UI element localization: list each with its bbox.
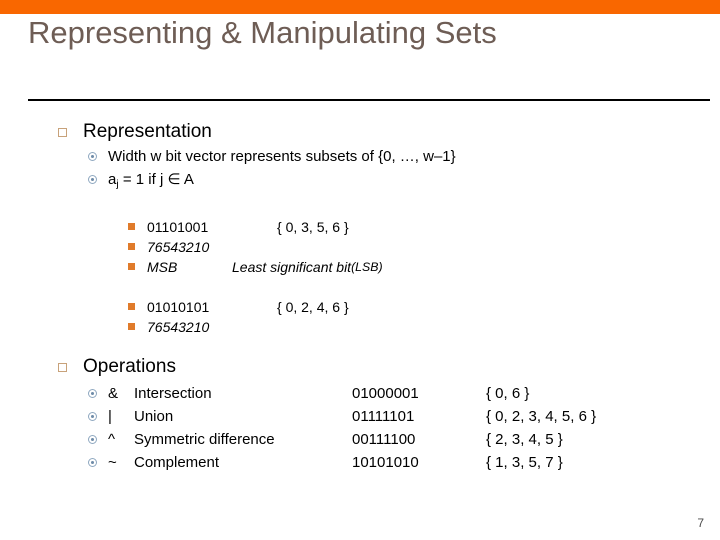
dot-bullet-icon	[88, 457, 97, 467]
operations-table: & Intersection 01000001 { 0, 6 } | Union…	[88, 383, 720, 473]
aj-rest: = 1 if j ∈ A	[118, 171, 194, 188]
example1-set: { 0, 3, 5, 6 }	[277, 218, 349, 235]
square-bullet-icon	[58, 362, 67, 372]
orange-square-bullet-icon	[128, 302, 135, 310]
example2-indices: 76543210	[147, 318, 210, 335]
operation-bits: 10101010	[352, 453, 419, 471]
table-row: | Union 01111101 { 0, 2, 3, 4, 5, 6 }	[88, 406, 720, 427]
bullet-aj-definition: aj = 1 if j ∈ A	[88, 169, 720, 195]
page-title: Representing & Manipulating Sets	[28, 15, 497, 50]
operation-name: Symmetric difference	[134, 430, 275, 448]
example1-indices: 76543210	[147, 238, 210, 255]
example1-bits-line: 01101001 { 0, 3, 5, 6 }	[147, 217, 349, 237]
example1-msb-lsb-line: MSB Least significant bit (LSB)	[147, 257, 383, 277]
orange-square-bullet-icon	[128, 262, 135, 270]
slide: Representing & Manipulating Sets Represe…	[0, 0, 720, 540]
orange-square-bullet-icon	[128, 222, 135, 230]
dot-bullet-icon	[88, 152, 97, 161]
operation-symbol: ^	[108, 430, 116, 448]
dot-bullet-icon	[88, 388, 97, 398]
dot-bullet-icon	[88, 175, 97, 184]
operation-set: { 0, 2, 3, 4, 5, 6 }	[486, 407, 597, 425]
operation-symbol: &	[108, 384, 119, 402]
orange-square-bullet-icon	[128, 242, 135, 250]
example1-bits: 01101001	[147, 218, 209, 235]
square-bullet-icon	[58, 128, 67, 137]
page-number: 7	[697, 516, 704, 530]
example2-bits-line: 01010101 { 0, 2, 4, 6 }	[147, 297, 349, 317]
operation-symbol: ~	[108, 453, 117, 471]
bullet-width-w: Width w bit vector represents subsets of…	[88, 146, 720, 167]
operation-bits: 00111100	[352, 430, 416, 448]
dot-bullet-icon	[88, 434, 97, 444]
aj-definition-text: aj = 1 if j ∈ A	[108, 169, 194, 195]
accent-band	[0, 0, 720, 14]
orange-square-bullet-icon	[128, 322, 135, 330]
bullet-operations: Operations	[58, 355, 720, 379]
title-divider	[28, 99, 710, 101]
operations-heading: Operations	[83, 355, 176, 377]
operation-bits: 01000001	[352, 384, 419, 402]
example2-indices-row: 76543210	[128, 317, 720, 337]
table-row: & Intersection 01000001 { 0, 6 }	[88, 383, 720, 404]
operation-set: { 0, 6 }	[486, 384, 530, 402]
lsb-abbrev: (LSB)	[351, 259, 383, 274]
width-w-text: Width w bit vector represents subsets of…	[108, 148, 456, 165]
table-row: ^ Symmetric difference 00111100 { 2, 3, …	[88, 429, 720, 450]
operation-name: Union	[134, 407, 174, 425]
example1-msb-lsb-row: MSB Least significant bit (LSB)	[128, 257, 720, 277]
operation-name: Intersection	[134, 384, 212, 402]
example2-set: { 0, 2, 4, 6 }	[277, 298, 349, 315]
example-block-1: 01101001 { 0, 3, 5, 6 } 76543210 MSB Lea…	[0, 217, 720, 277]
dot-bullet-icon	[88, 411, 97, 421]
example1-indices-row: 76543210	[128, 237, 720, 257]
operation-set: { 1, 3, 5, 7 }	[486, 453, 563, 471]
example-block-2: 01010101 { 0, 2, 4, 6 } 76543210	[0, 297, 720, 337]
operation-set: { 2, 3, 4, 5 }	[486, 430, 563, 448]
bullet-representation: Representation	[58, 120, 720, 144]
table-row: ~ Complement 10101010 { 1, 3, 5, 7 }	[88, 452, 720, 473]
example1-bits-row: 01101001 { 0, 3, 5, 6 }	[128, 217, 720, 237]
operation-symbol: |	[108, 407, 112, 425]
example2-bits-row: 01010101 { 0, 2, 4, 6 }	[128, 297, 720, 317]
representation-heading: Representation	[83, 121, 212, 142]
operation-bits: 01111101	[352, 407, 415, 425]
msb-label: MSB	[147, 258, 178, 275]
operation-name: Complement	[134, 453, 220, 471]
lsb-label: Least significant bit	[232, 258, 352, 275]
slide-body: Representation Width w bit vector repres…	[0, 120, 720, 473]
example2-bits: 01010101	[147, 298, 210, 315]
